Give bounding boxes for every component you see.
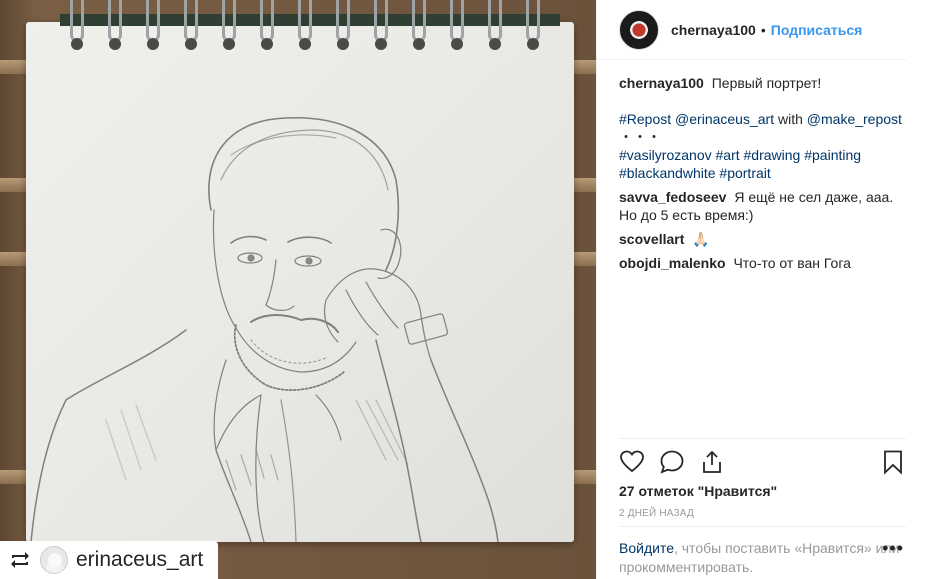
post-header: chernaya100 • Подписаться <box>597 0 906 60</box>
hashtag-link[interactable]: #portrait <box>719 165 770 181</box>
comment-username[interactable]: chernaya100 <box>619 75 704 91</box>
comment-icon[interactable] <box>659 449 685 475</box>
login-prompt: Войдите, чтобы поставить «Нравится» или … <box>619 526 906 577</box>
repost-icon <box>11 552 29 568</box>
mention-link[interactable]: @erinaceus_art <box>675 111 774 127</box>
separator-dot: • <box>760 21 766 38</box>
comment-username[interactable]: scovellart <box>619 231 684 247</box>
bookmark-icon[interactable] <box>880 449 906 475</box>
comment-text: Первый портрет! <box>711 75 822 91</box>
comment-username[interactable]: savva_fedoseev <box>619 189 726 205</box>
comment-item: obojdi_malenko Что-то от ван Гога <box>619 254 908 272</box>
comment-item: savva_fedoseev Я ещё не сел даже, ааа. Н… <box>619 188 908 224</box>
caption-text: with <box>777 111 803 127</box>
comments-list: chernaya100 Первый портрет! #Repost @eri… <box>597 60 932 272</box>
caption-dots: ・・・ <box>619 129 661 145</box>
hashtag-link[interactable]: #painting <box>804 147 861 163</box>
spiral-binding <box>66 0 556 54</box>
post-timestamp: 2 дней назад <box>619 508 694 519</box>
author-username[interactable]: chernaya100 <box>671 22 756 38</box>
action-bar <box>619 438 906 478</box>
heart-icon[interactable] <box>619 449 645 475</box>
login-link[interactable]: Войдите <box>619 540 674 556</box>
comment-text: 🙏🏻 <box>692 231 710 247</box>
share-icon[interactable] <box>699 449 725 475</box>
likes-count[interactable]: 27 отметок "Нравится" <box>619 483 777 499</box>
post-details-panel: chernaya100 • Подписаться chernaya100 Пе… <box>596 0 932 579</box>
hashtag-link[interactable]: #Repost <box>619 111 671 127</box>
hashtag-link[interactable]: #blackandwhite <box>619 165 716 181</box>
repost-avatar <box>40 546 68 574</box>
repost-badge: erinaceus_art <box>0 541 218 579</box>
mention-link[interactable]: @make_repost <box>807 111 902 127</box>
hashtag-link[interactable]: #drawing <box>744 147 801 163</box>
hashtag-link[interactable]: #vasilyrozanov <box>619 147 712 163</box>
author-avatar[interactable] <box>619 9 659 50</box>
repost-username: erinaceus_art <box>76 548 204 571</box>
caption-comment: chernaya100 Первый портрет! #Repost @eri… <box>619 74 908 182</box>
comment-item: scovellart 🙏🏻 <box>619 230 908 248</box>
post-photo[interactable]: erinaceus_art <box>0 0 596 579</box>
comment-username[interactable]: obojdi_malenko <box>619 255 726 271</box>
comment-text: Что-то от ван Гога <box>733 255 851 271</box>
portrait-sketch <box>30 116 499 542</box>
more-options-icon[interactable]: ••• <box>882 539 904 558</box>
follow-button[interactable]: Подписаться <box>771 22 863 38</box>
hashtag-link[interactable]: #art <box>716 147 740 163</box>
